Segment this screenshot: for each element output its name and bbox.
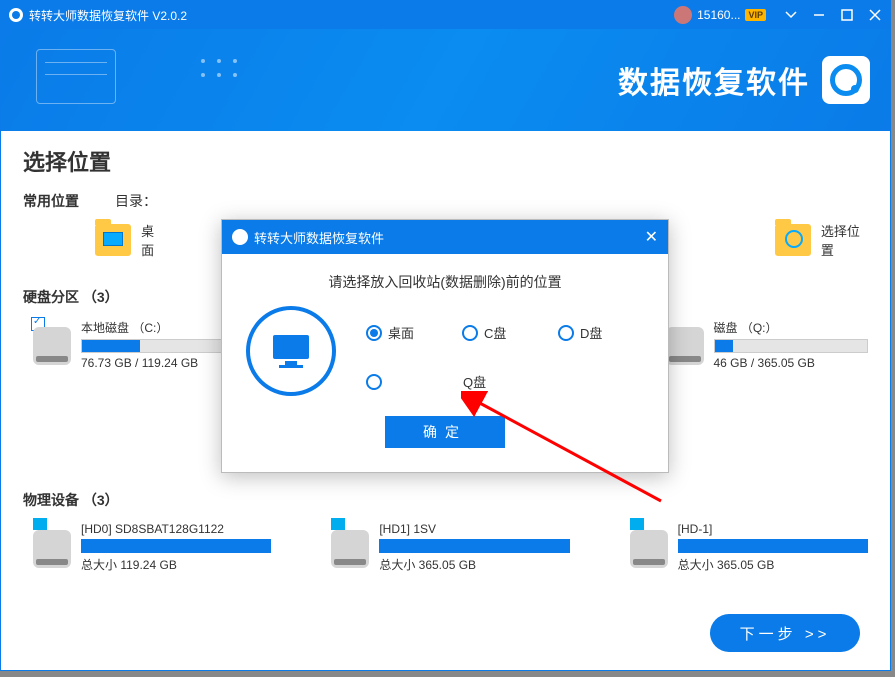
partition-name: 磁盘 （Q:）: [714, 319, 869, 336]
vip-badge: VIP: [745, 9, 766, 21]
next-button[interactable]: 下一步 >>: [710, 614, 860, 652]
radio-label: C盘: [484, 323, 506, 342]
disk-win-icon: [33, 530, 71, 568]
username: 15160...: [697, 8, 740, 22]
location-select-label: 选择位置: [821, 221, 868, 259]
app-title: 转转大师数据恢复软件 V2.0.2: [29, 7, 187, 24]
device-bar: [678, 539, 868, 553]
device-size: 总大小 365.05 GB: [678, 556, 868, 573]
location-dialog: 转转大师数据恢复软件 ✕ 请选择放入回收站(数据删除)前的位置 桌面 C盘: [221, 219, 669, 473]
avatar-icon: [674, 6, 692, 24]
dialog-title: 转转大师数据恢复软件: [254, 228, 384, 247]
device-name: [HD0] SD8SBAT128G1122: [81, 522, 271, 536]
partition-size: 46 GB / 365.05 GB: [714, 356, 869, 370]
location-select[interactable]: 选择位置: [775, 221, 868, 259]
partition-name: 本地磁盘 （C:）: [81, 319, 236, 336]
radio-label: 桌面: [388, 323, 414, 342]
partition-item[interactable]: 磁盘 （Q:） 46 GB / 365.05 GB: [666, 319, 869, 370]
decoration-dots: [201, 59, 239, 77]
radio-label: D盘: [580, 323, 602, 342]
app-logo-icon: [9, 8, 23, 22]
radio-desktop[interactable]: 桌面: [366, 323, 452, 342]
device-bar: [81, 539, 271, 553]
dialog-header: 转转大师数据恢复软件 ✕: [222, 220, 668, 254]
partition-usage-bar: [81, 339, 236, 353]
next-button-label: 下一步 >>: [740, 623, 831, 644]
device-name: [HD-1]: [678, 522, 868, 536]
location-desktop[interactable]: 桌面: [95, 221, 165, 259]
partition-size: 76.73 GB / 119.24 GB: [81, 356, 236, 370]
dropdown-button[interactable]: [784, 8, 798, 22]
device-item[interactable]: [HD-1] 总大小 365.05 GB: [630, 522, 868, 573]
brand-icon: [822, 56, 870, 104]
disk-win-icon: [331, 530, 369, 568]
hero-banner: 数据恢复软件: [1, 29, 890, 131]
close-button[interactable]: [868, 8, 882, 22]
decoration-icon: [36, 49, 116, 104]
dialog-confirm-button[interactable]: 确定: [385, 416, 505, 448]
maximize-button[interactable]: [840, 8, 854, 22]
brand-text: 数据恢复软件: [618, 58, 810, 102]
radio-icon: [366, 374, 382, 390]
dialog-logo-icon: [232, 229, 248, 245]
radio-label: Q盘: [463, 372, 486, 391]
main-window: 转转大师数据恢复软件 V2.0.2 15160... VIP 数据恢复软件 选择…: [0, 0, 891, 671]
partition-usage-bar: [714, 339, 869, 353]
devices-section-title: 物理设备 （3）: [23, 490, 868, 510]
disk-icon: [666, 327, 704, 365]
radio-d-drive[interactable]: D盘: [558, 323, 644, 342]
partition-item[interactable]: 本地磁盘 （C:） 76.73 GB / 119.24 GB: [33, 319, 236, 370]
radio-icon: [558, 325, 574, 341]
radio-c-drive[interactable]: C盘: [462, 323, 548, 342]
page-title: 选择位置: [23, 145, 868, 177]
common-locations-label: 常用位置: [23, 191, 79, 211]
folder-desktop-icon: [95, 224, 131, 256]
folder-search-icon: [775, 224, 811, 256]
device-item[interactable]: [HD1] 1SV 总大小 365.05 GB: [331, 522, 569, 573]
radio-icon: [462, 325, 478, 341]
directory-label: 目录：: [115, 191, 157, 211]
disk-win-icon: [630, 530, 668, 568]
location-desktop-label: 桌面: [141, 221, 164, 259]
device-name: [HD1] 1SV: [379, 522, 569, 536]
radio-q-drive[interactable]: Q盘: [366, 372, 644, 391]
user-info[interactable]: 15160... VIP: [674, 6, 766, 24]
dialog-confirm-label: 确定: [423, 422, 467, 442]
title-bar: 转转大师数据恢复软件 V2.0.2 15160... VIP: [1, 1, 890, 29]
minimize-button[interactable]: [812, 8, 826, 22]
dialog-close-button[interactable]: ✕: [645, 227, 658, 247]
radio-icon: [366, 325, 382, 341]
monitor-icon: [246, 306, 336, 396]
device-item[interactable]: [HD0] SD8SBAT128G1122 总大小 119.24 GB: [33, 522, 271, 573]
device-bar: [379, 539, 569, 553]
device-size: 总大小 119.24 GB: [81, 556, 271, 573]
disk-icon: [33, 327, 71, 365]
dialog-prompt: 请选择放入回收站(数据删除)前的位置: [246, 272, 644, 292]
device-size: 总大小 365.05 GB: [379, 556, 569, 573]
